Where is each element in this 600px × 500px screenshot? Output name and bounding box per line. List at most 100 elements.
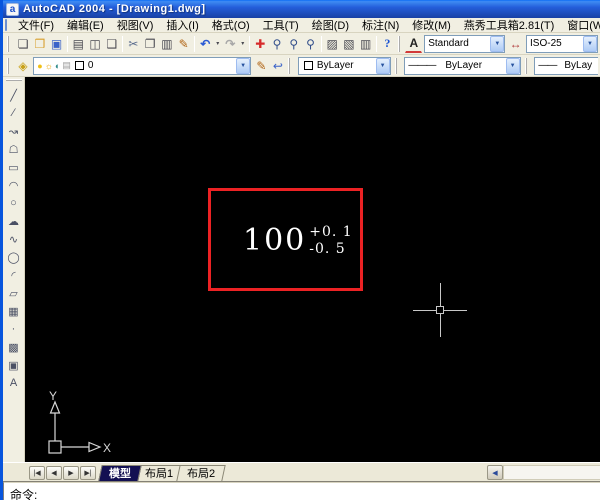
- first-tab-button[interactable]: |◀: [29, 466, 45, 480]
- construction-line-icon[interactable]: ∕: [5, 104, 23, 122]
- properties-icon[interactable]: ▨: [324, 35, 341, 53]
- menu-view[interactable]: 视图(V): [111, 16, 160, 34]
- zoom-previous-icon[interactable]: ⚲: [302, 35, 319, 53]
- linetype-sample: ———: [408, 60, 436, 71]
- toolbar-grip[interactable]: [5, 79, 22, 84]
- dim-style-value: ISO-25: [530, 38, 562, 49]
- open-icon[interactable]: ❒: [31, 35, 48, 53]
- save-icon[interactable]: ▣: [48, 35, 65, 53]
- zoom-window-icon[interactable]: ⚲: [285, 35, 302, 53]
- polygon-icon[interactable]: ☖: [5, 140, 23, 158]
- layer-previous-icon[interactable]: ↩: [270, 57, 287, 75]
- menu-format[interactable]: 格式(O): [206, 16, 256, 34]
- make-block-icon[interactable]: ▦: [5, 302, 23, 320]
- lineweight-combo[interactable]: —— ByLay: [534, 56, 598, 75]
- tab-layout2[interactable]: 布局2: [176, 465, 226, 481]
- menu-insert[interactable]: 插入(I): [160, 16, 204, 34]
- text-style-icon[interactable]: A: [405, 35, 423, 53]
- copy-icon[interactable]: ❐: [142, 35, 159, 53]
- scroll-left-icon[interactable]: ◀: [487, 465, 503, 480]
- undo-icon[interactable]: ↶: [197, 35, 214, 53]
- chevron-down-icon[interactable]: ▼: [505, 57, 520, 74]
- ucs-icon: Y X: [48, 389, 111, 455]
- text-style-combo[interactable]: Standard ▼: [424, 34, 506, 53]
- undo-dropdown-icon[interactable]: ▾: [214, 35, 222, 53]
- region-icon[interactable]: ▣: [5, 356, 23, 374]
- menu-draw[interactable]: 绘图(D): [306, 16, 355, 34]
- ellipse-icon[interactable]: ◯: [5, 248, 23, 266]
- plot-preview-icon[interactable]: ◫: [87, 35, 104, 53]
- layers-icon[interactable]: ◈: [15, 57, 32, 75]
- menu-file[interactable]: 文件(F): [12, 16, 60, 34]
- drawing-canvas[interactable]: 100 +0. 1 -0. 5 Y X: [25, 77, 600, 462]
- toolbar-grip[interactable]: [288, 57, 293, 74]
- multiline-text-icon[interactable]: A: [5, 374, 23, 392]
- separator: [248, 35, 250, 52]
- match-properties-icon[interactable]: ✎: [175, 35, 192, 53]
- toolbar-grip[interactable]: [7, 35, 12, 52]
- dim-style-combo[interactable]: ISO-25 ▼: [526, 34, 598, 53]
- publish-icon[interactable]: ❑: [103, 35, 120, 53]
- menu-yanxiu-toolbox[interactable]: 燕秀工具箱2.81(T): [458, 16, 560, 34]
- line-icon[interactable]: ╱: [5, 86, 23, 104]
- next-tab-button[interactable]: ▶: [63, 466, 79, 480]
- chevron-down-icon[interactable]: ▼: [490, 35, 505, 52]
- circle-icon[interactable]: ○: [5, 194, 23, 212]
- horizontal-scrollbar: ◀: [487, 464, 600, 481]
- ellipse-arc-icon[interactable]: ◜: [5, 266, 23, 284]
- layer-plot-icon[interactable]: ▤: [62, 60, 71, 71]
- scrollbar-track[interactable]: [503, 465, 600, 480]
- last-tab-button[interactable]: ▶|: [80, 466, 96, 480]
- toolbar-grip[interactable]: [394, 57, 400, 74]
- window-title: AutoCAD 2004 - [Drawing1.dwg]: [23, 3, 206, 15]
- color-swatch: [303, 61, 313, 70]
- redo-dropdown-icon[interactable]: ▾: [239, 35, 247, 53]
- point-icon[interactable]: ·: [5, 320, 23, 338]
- tab-navigation: |◀ ◀ ▶ ▶|: [29, 466, 96, 480]
- dimension-text[interactable]: 100 +0. 1 -0. 5: [243, 223, 353, 258]
- redo-icon[interactable]: ↷: [222, 35, 239, 53]
- revision-cloud-icon[interactable]: ☁: [5, 212, 23, 230]
- zoom-realtime-icon[interactable]: ⚲: [269, 35, 286, 53]
- dim-style-icon[interactable]: ↔: [507, 35, 524, 53]
- pan-icon[interactable]: ✚: [252, 35, 269, 53]
- draw-toolbar: ╱ ∕ ↝ ☖ ▭ ◠ ○ ☁ ∿ ◯ ◜ ▱ ▦ · ▩ ▣ A: [3, 77, 25, 462]
- chevron-down-icon[interactable]: ▼: [236, 57, 251, 74]
- tab-model[interactable]: 模型: [98, 465, 142, 481]
- lineweight-sample: ——: [538, 60, 557, 71]
- help-icon[interactable]: ?: [379, 35, 396, 53]
- document-icon[interactable]: [5, 19, 7, 31]
- spline-icon[interactable]: ∿: [5, 230, 23, 248]
- command-line[interactable]: 命令:: [3, 481, 600, 500]
- toolbar-grip[interactable]: [524, 57, 530, 74]
- new-file-icon[interactable]: ❏: [15, 35, 32, 53]
- menu-dimension[interactable]: 标注(N): [356, 16, 405, 34]
- paste-icon[interactable]: ▥: [159, 35, 176, 53]
- separator: [193, 35, 195, 52]
- insert-block-icon[interactable]: ▱: [5, 284, 23, 302]
- layer-combo[interactable]: ● ☼ ◐ ▤ 0 ▼: [33, 56, 252, 75]
- menu-tools[interactable]: 工具(T): [257, 16, 305, 34]
- layer-freeze-icon[interactable]: ☼: [45, 61, 53, 71]
- menu-window[interactable]: 窗口(W): [561, 16, 600, 34]
- color-combo[interactable]: ByLayer ▼: [297, 56, 391, 75]
- toolbar-grip[interactable]: [397, 35, 403, 52]
- arc-icon[interactable]: ◠: [5, 176, 23, 194]
- hatch-icon[interactable]: ▩: [5, 338, 23, 356]
- cut-icon[interactable]: ✂: [125, 35, 142, 53]
- chevron-down-icon[interactable]: ▼: [582, 35, 597, 52]
- rectangle-icon[interactable]: ▭: [5, 158, 23, 176]
- make-layer-current-icon[interactable]: ✎: [253, 57, 270, 75]
- menu-edit[interactable]: 编辑(E): [61, 16, 110, 34]
- polyline-icon[interactable]: ↝: [5, 122, 23, 140]
- designcenter-icon[interactable]: ▧: [341, 35, 358, 53]
- previous-tab-button[interactable]: ◀: [46, 466, 62, 480]
- layer-lock-icon[interactable]: ◐: [55, 61, 60, 71]
- chevron-down-icon[interactable]: ▼: [375, 57, 390, 74]
- tool-palettes-icon[interactable]: ▥: [357, 35, 374, 53]
- menu-modify[interactable]: 修改(M): [406, 16, 457, 34]
- layer-on-icon[interactable]: ●: [37, 61, 42, 71]
- toolbar-grip[interactable]: [7, 57, 12, 74]
- linetype-combo[interactable]: ——— ByLayer ▼: [404, 56, 521, 75]
- plot-icon[interactable]: ▤: [70, 35, 87, 53]
